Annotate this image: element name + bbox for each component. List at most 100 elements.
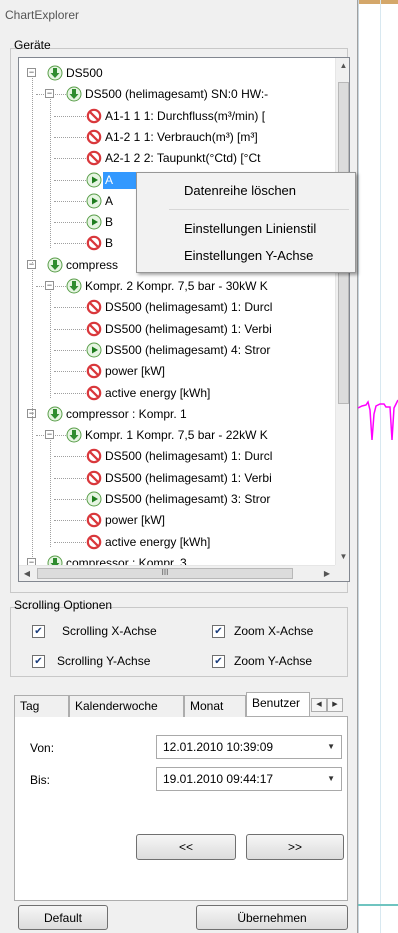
window-title: ChartExplorer (5, 8, 80, 22)
tree-connector (54, 179, 86, 181)
tree-node-label: DS500 (helimagesamt) 3: Stror (105, 492, 271, 506)
tree-collapse-toggle[interactable]: − (27, 557, 36, 565)
tree-connector (54, 200, 86, 202)
tree-connector (54, 222, 86, 224)
tree-node[interactable]: active energy [kWh] (103, 382, 212, 404)
tree-vertical-scrollbar[interactable]: ▲ ▼ (335, 58, 349, 565)
tree-collapse-toggle[interactable]: − (45, 430, 54, 440)
scroll-left-icon[interactable]: ◀ (19, 566, 35, 581)
tree-horizontal-scrollbar[interactable]: ◀ III ▶ (19, 565, 335, 581)
menu-item-y-axis-settings[interactable]: Einstellungen Y-Achse (137, 244, 355, 268)
menu-item-line-style-settings[interactable]: Einstellungen Linienstil (137, 217, 355, 241)
tab-monat[interactable]: Monat (184, 695, 246, 717)
tree-node[interactable]: DS500 (helimagesamt) 4: Stror (103, 339, 272, 361)
play-icon (86, 193, 102, 209)
tab-benutzer[interactable]: Benutzer (246, 692, 310, 716)
tree-node[interactable]: power [kW] (103, 360, 167, 382)
tree-node-label: A (105, 193, 114, 208)
tree-node-label: power [kW] (105, 513, 166, 528)
tree-node-label: active energy [kWh] (105, 534, 211, 549)
menu-separator (169, 209, 349, 210)
tree-connector (50, 99, 51, 249)
blocked-icon (86, 470, 102, 486)
tree-connector (32, 269, 33, 419)
tree-node-label: A1-1 1 1: Durchfluss(m³/min) [ (105, 108, 266, 123)
tree-node[interactable]: A2-1 2 2: Taupunkt(°Ctd) [°Ct (103, 147, 262, 169)
tree-connector (54, 307, 86, 309)
tree-node-label: compress (66, 257, 119, 272)
tree-collapse-toggle[interactable]: − (45, 281, 54, 290)
down-arrow-icon (66, 427, 82, 443)
down-arrow-icon (47, 65, 63, 81)
tree-node-label: Kompr. 1 Kompr. 7,5 bar - 22kW K (85, 428, 268, 443)
blocked-icon (86, 363, 102, 379)
blocked-icon (86, 235, 102, 251)
zoom-y-label: Zoom Y-Achse (234, 654, 313, 668)
tree-node-label: DS500 (helimagesamt) 1: Durcl (105, 300, 273, 315)
scroll-y-label: Scrolling Y-Achse (57, 654, 151, 668)
chart-series-line (358, 399, 398, 441)
down-arrow-icon (66, 86, 82, 102)
menu-item-delete-series[interactable]: Datenreihe löschen (137, 179, 355, 203)
tree-connector (54, 243, 86, 245)
zoom-x-checkbox[interactable]: ✔ (212, 625, 225, 638)
tree-node-label: power [kW] (105, 364, 166, 379)
down-arrow-icon (66, 278, 82, 294)
tree-connector (54, 499, 86, 500)
tab-kalenderwoche[interactable]: Kalenderwoche (69, 695, 184, 717)
play-icon (86, 491, 102, 507)
down-arrow-icon (47, 257, 63, 273)
tab-scroll-right-icon[interactable]: ▶ (327, 698, 343, 712)
tab-tag[interactable]: Tag (14, 695, 69, 717)
scroll-down-icon[interactable]: ▼ (336, 549, 349, 565)
blocked-icon (86, 534, 102, 550)
tree-node[interactable]: compressor : Kompr. 3 (64, 552, 189, 565)
chart-area-fragment (358, 0, 398, 933)
tab-scroll-left-icon[interactable]: ◀ (311, 698, 327, 712)
devices-group-label: Geräte (14, 38, 51, 52)
tree-node-label: DS500 (helimagesamt) 4: Stror (105, 342, 271, 357)
blocked-icon (86, 448, 102, 464)
tree-connector (54, 541, 86, 543)
tree-node[interactable]: A1-2 1 1: Verbrauch(m³) [m³] (103, 126, 260, 148)
device-tree[interactable]: − DS500 − DS500 (helimagesamt) SN:0 HW:- A1-… (18, 57, 350, 582)
tree-collapse-toggle[interactable]: − (45, 89, 54, 99)
blocked-icon (86, 299, 102, 315)
apply-button[interactable]: Übernehmen (196, 905, 348, 930)
blocked-icon (86, 108, 102, 124)
scrollbar-corner (335, 565, 349, 581)
scroll-x-checkbox[interactable]: ✔ (32, 625, 45, 638)
tree-node[interactable]: Kompr. 1 Kompr. 7,5 bar - 22kW K (83, 424, 270, 446)
tree-node[interactable]: DS500 (helimagesamt) 3: Stror (103, 488, 272, 510)
scroll-right-icon[interactable]: ▶ (319, 566, 335, 581)
tree-node-label: DS500 (66, 66, 103, 80)
tree-node[interactable]: DS500 (helimagesamt) 1: Verbi (103, 467, 274, 489)
tree-node[interactable]: A (103, 190, 115, 212)
tree-node[interactable]: Kompr. 2 Kompr. 7,5 bar - 30kW K (83, 275, 270, 297)
zoom-y-checkbox[interactable]: ✔ (212, 655, 225, 668)
tree-node[interactable]: DS500 (helimagesamt) 1: Durcl (103, 296, 274, 318)
tree-connector (54, 349, 86, 351)
tree-connector (32, 78, 33, 264)
tree-node[interactable]: DS500 (64, 62, 105, 84)
tree-node[interactable]: active energy [kWh] (103, 531, 212, 553)
tree-node[interactable]: DS500 (helimagesamt) 1: Verbi (103, 318, 274, 340)
tree-collapse-toggle[interactable]: − (27, 68, 36, 77)
tree-node[interactable]: A1-1 1 1: Durchfluss(m³/min) [ (103, 105, 267, 127)
play-icon (86, 342, 102, 358)
tree-horizontal-scroll-thumb[interactable]: III (37, 568, 293, 579)
tree-node[interactable]: B (103, 211, 115, 233)
default-button[interactable]: Default (18, 905, 108, 930)
tree-node-label: compressor : Kompr. 1 (66, 406, 187, 421)
scroll-y-checkbox[interactable]: ✔ (32, 655, 45, 668)
scroll-up-icon[interactable]: ▲ (336, 58, 349, 74)
tree-node[interactable]: compressor : Kompr. 1 (64, 403, 189, 425)
tree-node-label: DS500 (helimagesamt) SN:0 HW:- (85, 87, 269, 102)
tree-node[interactable]: DS500 (helimagesamt) 1: Durcl (103, 445, 274, 467)
tree-node[interactable]: DS500 (helimagesamt) SN:0 HW:- (83, 83, 270, 105)
tree-node[interactable]: compress (64, 254, 120, 276)
tree-node[interactable]: power [kW] (103, 509, 167, 531)
tree-node[interactable]: B (103, 232, 115, 254)
tree-node-label: B (105, 236, 114, 251)
tree-node-label: DS500 (helimagesamt) 1: Durcl (105, 449, 273, 464)
